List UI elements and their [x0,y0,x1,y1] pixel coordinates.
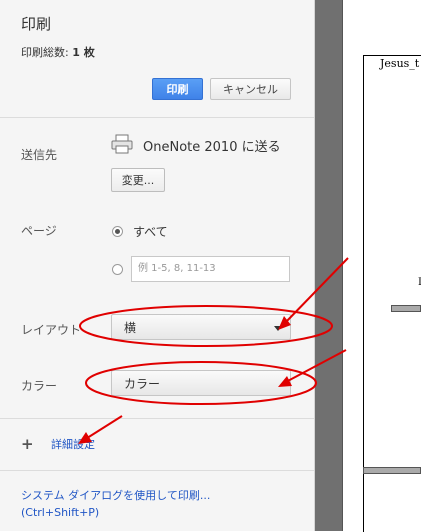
print-settings-panel: 印刷 印刷総数: 1 枚 印刷 キャンセル 送信先 OneNote 2010 に… [0,0,315,531]
total-sheets-label: 印刷総数: [21,46,69,59]
system-dialog-shortcut: (Ctrl+Shift+P) [21,506,100,519]
plus-icon[interactable]: + [21,435,34,453]
pages-all-label: すべて [133,225,168,239]
print-header: 印刷 印刷総数: 1 枚 印刷 キャンセル [0,0,314,118]
pages-all-radio[interactable] [112,226,123,237]
total-sheets: 印刷総数: 1 枚 [21,44,95,60]
destination-label: 送信先 [21,148,58,162]
pages-range-radio[interactable] [112,264,123,275]
pages-label: ページ [21,224,57,238]
preview-bar [391,305,421,312]
color-label: カラー [21,379,58,393]
printer-icon [111,134,133,154]
layout-value: 横 [124,321,137,335]
change-destination-button[interactable]: 変更... [111,168,165,192]
system-dialog-link[interactable]: システム ダイアログを使用して印刷... [21,487,210,503]
preview-page-text: Jesus_t [380,57,420,70]
advanced-settings-link[interactable]: 詳細設定 [51,436,95,452]
preview-page-frame [363,55,421,532]
divider [0,470,314,471]
page-range-input[interactable]: 例 1-5, 8, 11-13 [131,256,290,282]
layout-select[interactable]: 横 [111,314,291,340]
color-select[interactable]: カラー [111,370,291,396]
total-sheets-value: 1 枚 [72,46,95,59]
layout-label: レイアウト [21,323,82,337]
chevron-down-icon [274,326,282,331]
cancel-button[interactable]: キャンセル [210,78,291,100]
destination-name: OneNote 2010 に送る [143,140,281,155]
page-title: 印刷 [21,15,52,33]
divider [0,418,314,419]
color-value: カラー [124,377,161,391]
preview-bar [363,467,421,474]
print-button[interactable]: 印刷 [152,78,203,100]
